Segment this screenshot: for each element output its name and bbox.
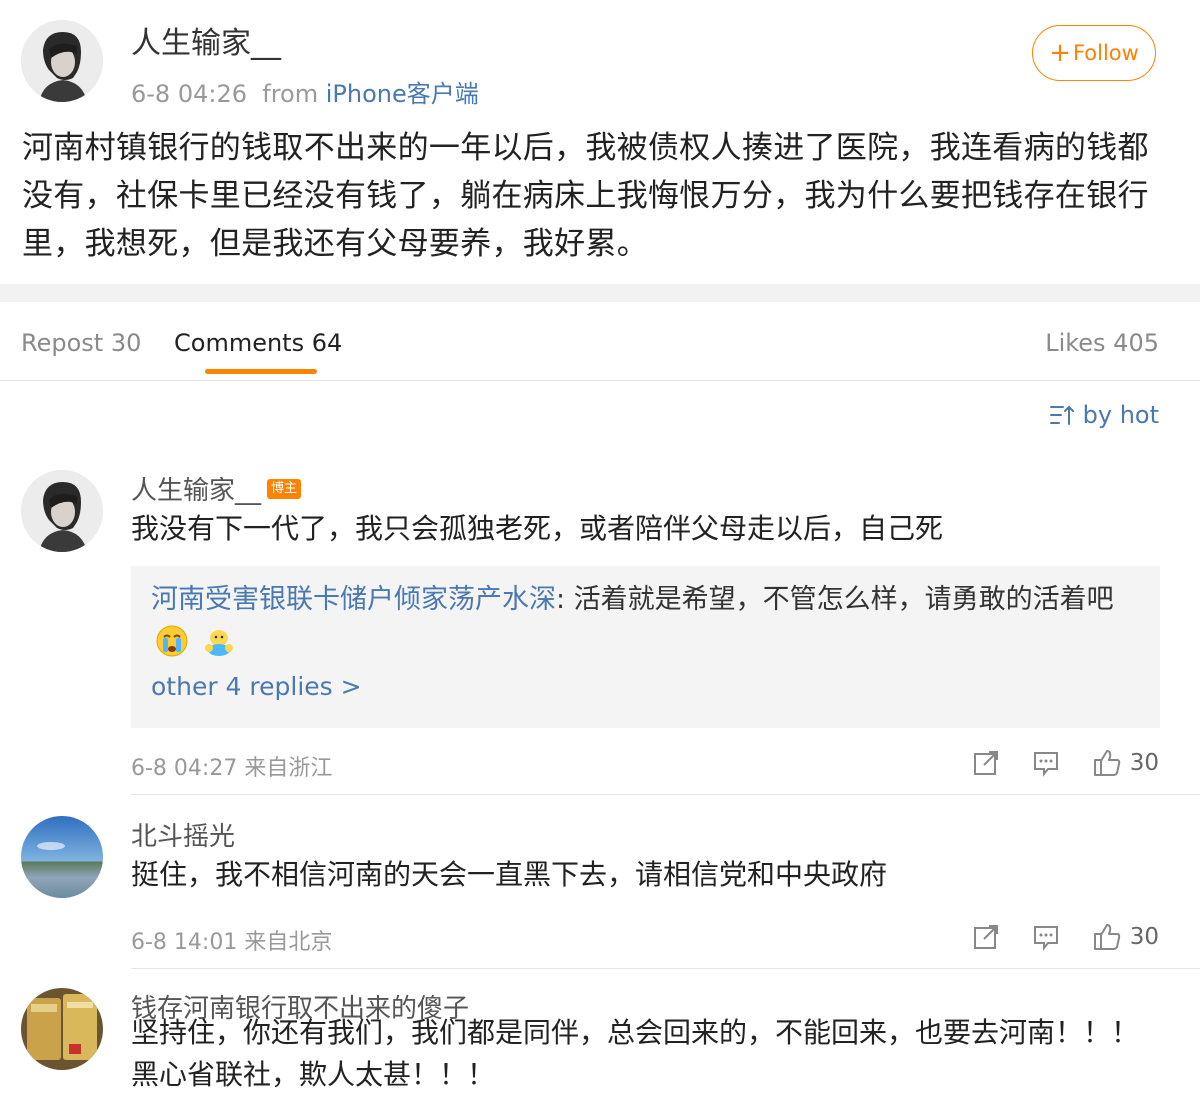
author-name[interactable]: 人生输家__ [131,18,281,62]
comment-actions: 30 [972,748,1159,778]
author-avatar[interactable] [21,20,103,102]
like-count: 30 [1129,924,1159,950]
sort-icon [1049,405,1074,425]
from-label: from [262,80,319,108]
follow-label: Follow [1072,41,1139,65]
comment-icon[interactable] [1032,749,1060,777]
tab-repost[interactable]: Repost 30 [21,329,141,357]
active-tab-indicator [205,369,317,374]
reply-text: : 活着就是希望，不管怎么样，请勇敢的活着吧 [556,584,1114,615]
comment-text: 我没有下一代了，我只会孤独老死，或者陪伴父母走以后，自己死 [131,512,944,545]
like-icon[interactable] [1092,748,1122,778]
share-icon[interactable] [972,923,1000,951]
tab-comments[interactable]: Comments 64 [174,329,342,357]
reply-user[interactable]: 河南受害银联卡储户倾家荡产水深 [151,584,556,615]
author-badge: 博主 [267,478,302,499]
more-replies-link[interactable]: other 4 replies > [151,672,362,701]
post-meta: 6-8 04:26 from iPhone客户端 [131,74,479,109]
comment-meta: 6-8 14:01 来自北京 [131,930,333,955]
reply-content: 河南受害银联卡储户倾家荡产水深: 活着就是希望，不管怎么样，请勇敢的活着吧 [151,580,1141,660]
post-time: 6-8 04:26 [131,80,247,108]
like-icon[interactable] [1092,922,1122,952]
comment-icon[interactable] [1032,923,1060,951]
client-link[interactable]: iPhone客户端 [326,80,479,108]
comments-list: by hot 人生输家__ 博主 我没有下一代了，我只会孤独老死，或者陪伴父母走… [0,381,1200,1117]
reply-preview[interactable]: 河南受害银联卡储户倾家荡产水深: 活着就是希望，不管怎么样，请勇敢的活着吧 ot… [131,566,1160,728]
commenter-name[interactable]: 北斗摇光 [131,816,235,853]
post-text: 河南村镇银行的钱取不出来的一年以后，我被债权人揍进了医院，我连看病的钱都没有，社… [22,130,1149,262]
post-tabs: Repost 30 Comments 64 Likes 405 [0,302,1200,381]
comment-meta: 6-8 04:27 来自浙江 [131,756,333,781]
comment-divider [131,968,1200,969]
commenter-name-text: 人生输家__ [131,476,262,506]
share-icon[interactable] [972,749,1000,777]
commenter-avatar[interactable] [21,988,103,1070]
comment-actions: 30 [972,922,1159,952]
comment-text: 挺住，我不相信河南的天会一直黑下去，请相信党和中央政府 [131,858,888,891]
crying-face-icon [156,625,188,656]
commenter-name[interactable]: 人生输家__ 博主 [131,470,302,507]
comment-text: 坚持住，你还有我们，我们都是同伴，总会回来的，不能回来，也要去河南！！！黑心省联… [131,1016,1140,1091]
sort-button[interactable]: by hot [1049,401,1159,429]
like-count: 30 [1129,750,1159,776]
tab-likes[interactable]: Likes 405 [1045,329,1159,357]
plus-icon: + [1049,38,1071,68]
weibo-post: 人生输家__ 6-8 04:26 from iPhone客户端 + Follow… [0,0,1200,284]
hug-emoji-icon [204,629,233,656]
comment-divider [131,794,1200,795]
commenter-avatar[interactable] [21,816,103,898]
follow-button[interactable]: + Follow [1032,25,1156,81]
commenter-avatar[interactable] [21,470,103,552]
sort-label: by hot [1082,401,1159,429]
